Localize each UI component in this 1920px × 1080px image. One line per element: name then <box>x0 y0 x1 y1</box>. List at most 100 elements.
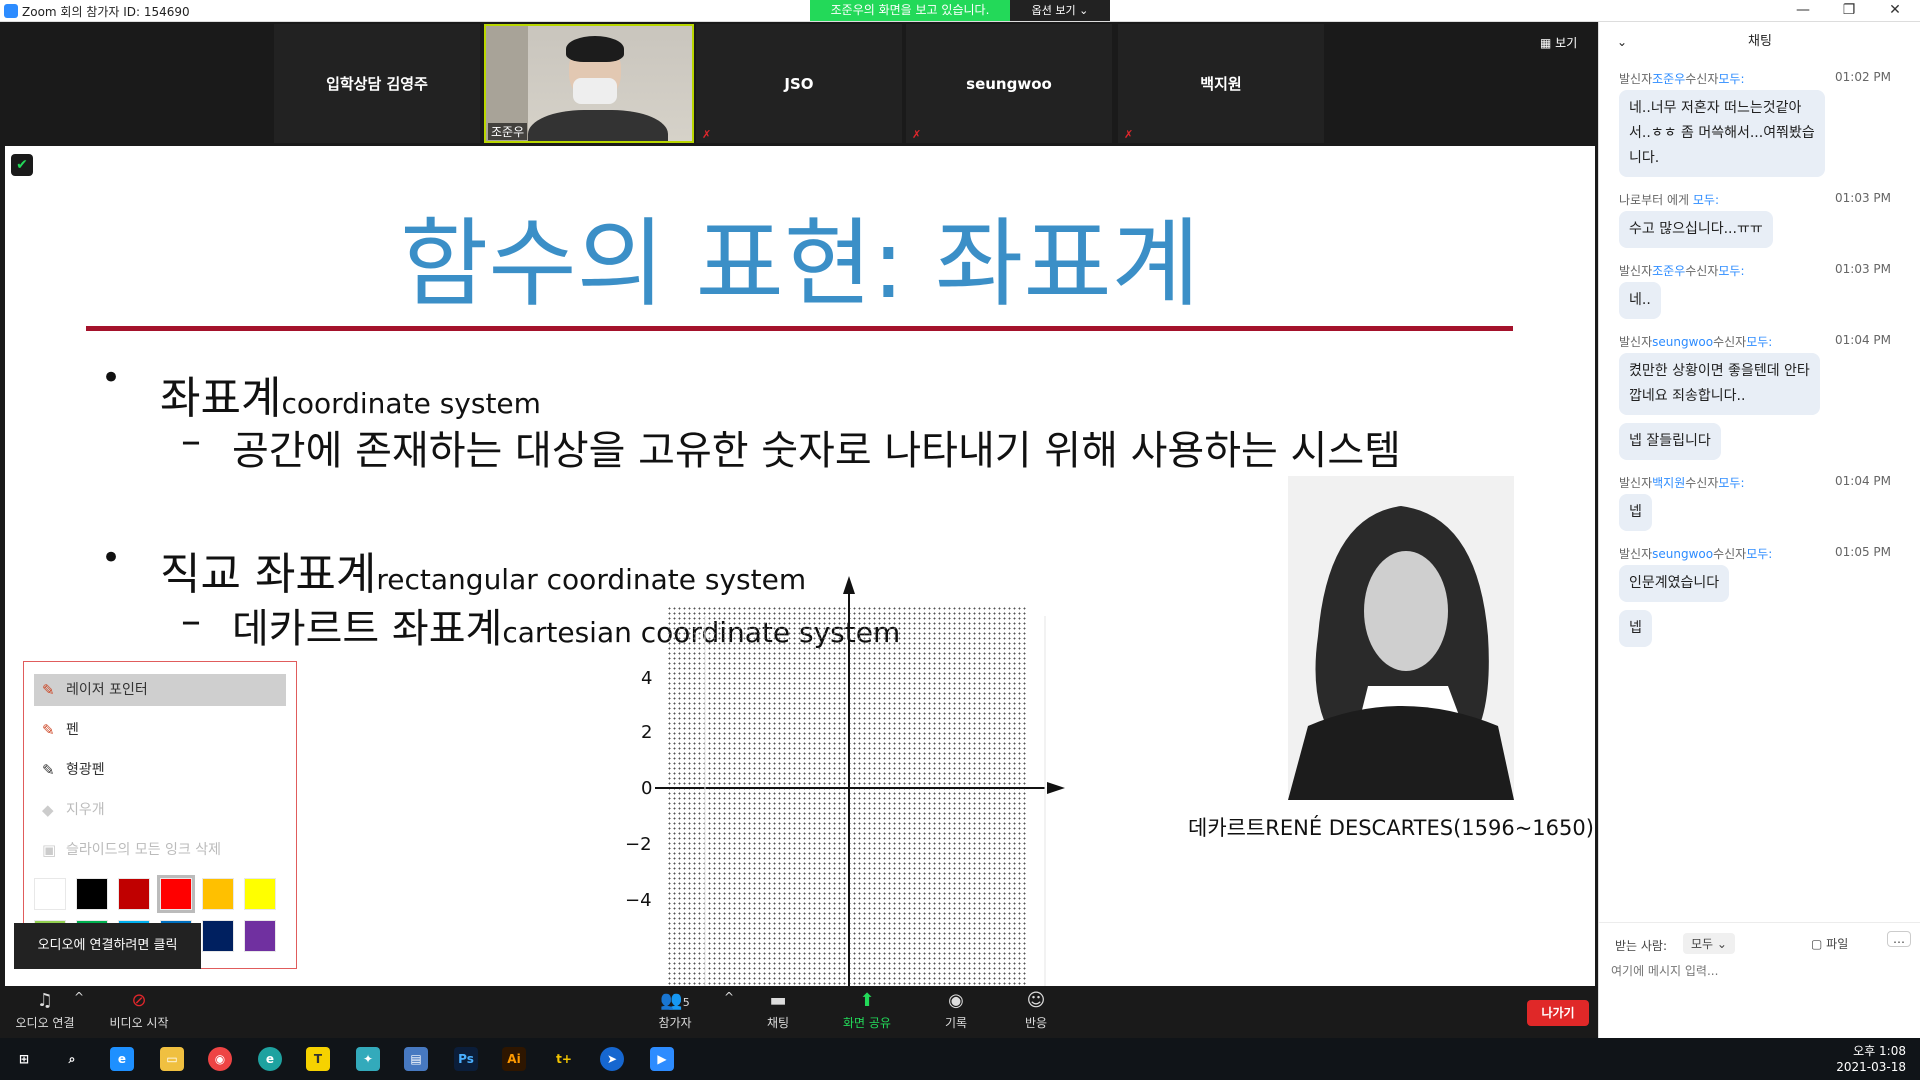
participant-tile[interactable]: JSO ✗ <box>696 24 902 143</box>
chat-timestamp: 01:05 PM <box>1835 545 1891 559</box>
view-options-button[interactable]: 옵션 보기 ⌄ <box>1010 0 1110 21</box>
chat-bubble[interactable]: 네..너무 저혼자 떠느는것같아 서..ㅎㅎ 좀 머쓱해서...여쭤봤습 니다. <box>1619 90 1825 177</box>
chat-footer: 받는 사람: 모두 ⌄ ▢ 파일 … <box>1599 922 1920 1038</box>
participants-caret[interactable]: ^ <box>722 990 736 1004</box>
chat-timestamp: 01:02 PM <box>1835 70 1891 84</box>
menu-item-clear-ink[interactable]: ▣ 슬라이드의 모든 잉크 삭제 <box>34 834 286 866</box>
menu-item-highlighter[interactable]: ✎ 형광펜 <box>34 754 286 786</box>
chat-bubble[interactable]: 네.. <box>1619 282 1661 319</box>
app-icon[interactable]: ▤ <box>404 1047 428 1071</box>
chat-message-meta: 나로부터 에게 모두: 01:03 PM <box>1619 191 1909 208</box>
active-speaker-video[interactable]: 조준우 <box>484 24 694 143</box>
participant-name: 조준우 <box>488 123 528 140</box>
eraser-icon: ◆ <box>42 801 54 819</box>
chat-message-meta: 발신자조준우수신자모두: 01:02 PM <box>1619 70 1909 87</box>
chrome-icon[interactable]: ◉ <box>208 1047 232 1071</box>
chat-meta-prefix: 발신자 <box>1619 72 1653 86</box>
kakaotalk-icon[interactable]: T <box>306 1047 330 1071</box>
chat-button[interactable]: ▬ 채팅 <box>758 990 798 1031</box>
share-banner: 조준우의 화면을 보고 있습니다. <box>810 0 1010 21</box>
chat-meta-prefix: 발신자 <box>1619 476 1653 490</box>
color-swatch[interactable] <box>34 878 66 910</box>
bullet-icon: • <box>101 538 122 578</box>
join-audio-button[interactable]: ♫ 오디오 연결 <box>10 990 80 1031</box>
color-swatch[interactable] <box>118 878 150 910</box>
system-clock: 오후 1:08 2021-03-18 <box>1836 1043 1906 1075</box>
participant-tile[interactable]: 백지원 ✗ <box>1118 24 1324 143</box>
chat-message-meta: 발신자백지원수신자모두: 01:04 PM <box>1619 474 1909 491</box>
menu-item-pen[interactable]: ✎ 펜 <box>34 714 286 746</box>
reactions-button[interactable]: ☺ 반응 <box>1016 990 1056 1031</box>
start-video-button[interactable]: ⊘ 비디오 시작 <box>104 990 174 1031</box>
y-axis-arrow-icon <box>843 576 855 594</box>
share-screen-button[interactable]: ⬆ 화면 공유 <box>832 990 902 1031</box>
chat-bubble[interactable]: 수고 많으십니다...ㅠㅠ <box>1619 211 1773 248</box>
color-swatch[interactable] <box>244 920 276 952</box>
record-button[interactable]: ◉ 기록 <box>936 990 976 1031</box>
reaction-icon: ☺ <box>1026 990 1046 1011</box>
participant-tile[interactable]: seungwoo ✗ <box>906 24 1112 143</box>
chat-bubble[interactable]: 넵 <box>1619 610 1652 647</box>
file-button[interactable]: ▢ 파일 <box>1811 935 1848 952</box>
app-icon[interactable]: ✦ <box>356 1047 380 1071</box>
chat-timestamp: 01:04 PM <box>1835 333 1891 347</box>
chat-bubble[interactable]: 인문계였습니다 <box>1619 565 1730 602</box>
chat-meta-prefix: 발신자 <box>1619 335 1653 349</box>
view-button[interactable]: ▦ 보기 <box>1540 34 1577 51</box>
chat-bubble[interactable]: 넵 잘들립니다 <box>1619 423 1721 460</box>
descartes-portrait <box>1288 476 1514 800</box>
participant-tile[interactable]: 입학상담 김영주 <box>274 24 480 143</box>
participant-name: 입학상담 김영주 <box>326 75 428 93</box>
leave-button[interactable]: 나가기 <box>1527 1000 1589 1026</box>
chat-sender: 조준우 <box>1652 72 1686 86</box>
app-icon[interactable]: ➤ <box>600 1047 624 1071</box>
app-icon[interactable]: t+ <box>552 1047 576 1071</box>
search-icon[interactable]: ⌕ <box>60 1047 84 1071</box>
laser-icon: ✎ <box>42 681 55 699</box>
color-swatch[interactable] <box>202 920 234 952</box>
record-icon: ◉ <box>948 990 964 1011</box>
color-swatch[interactable] <box>202 878 234 910</box>
chat-sender: seungwoo <box>1652 335 1714 349</box>
participant-name: seungwoo <box>966 74 1052 93</box>
chat-bubble[interactable]: 켰만한 상황이면 좋을텐데 안타 깝네요 죄송합니다.. <box>1619 353 1820 415</box>
file-explorer-icon[interactable]: ▭ <box>160 1047 184 1071</box>
minimize-button[interactable]: — <box>1780 0 1826 22</box>
mic-muted-icon: ✗ <box>702 128 712 141</box>
windows-start-icon[interactable]: ⊞ <box>12 1047 36 1071</box>
ie-icon[interactable]: e <box>110 1047 134 1071</box>
headphone-icon: ♫ <box>36 990 54 1011</box>
chat-meta-prefix: 발신자 <box>1619 264 1653 278</box>
more-options-button[interactable]: … <box>1887 931 1911 947</box>
mic-muted-icon: ✗ <box>1124 128 1134 141</box>
chat-input[interactable] <box>1611 959 1907 983</box>
chat-bubble[interactable]: 넵 <box>1619 494 1652 531</box>
color-swatch[interactable] <box>157 875 195 913</box>
participant-name: JSO <box>784 74 814 93</box>
photoshop-icon[interactable]: Ps <box>454 1047 478 1071</box>
portrait-engraving <box>1288 476 1514 800</box>
edge-icon[interactable]: e <box>258 1047 282 1071</box>
security-shield-icon[interactable]: ✔ <box>11 154 33 176</box>
audio-options-caret[interactable]: ^ <box>72 990 86 1004</box>
zoom-app-icon <box>4 4 18 18</box>
participants-button[interactable]: 👥5 참가자 <box>650 990 700 1031</box>
color-swatch[interactable] <box>244 878 276 910</box>
menu-item-eraser[interactable]: ◆ 지우개 <box>34 794 286 826</box>
chat-panel: ⌄ 채팅 발신자조준우수신자모두: 01:02 PM 네..너무 저혼자 떠느는것같… <box>1598 22 1920 1038</box>
portrait-caption: 데카르트RENÉ DESCARTES(1596~1650) <box>1188 816 1594 840</box>
y-tick-label: 0 <box>641 778 652 799</box>
zoom-taskbar-icon[interactable]: ▶ <box>650 1047 674 1071</box>
color-swatch[interactable] <box>76 878 108 910</box>
chat-title: 채팅 <box>1748 34 1772 49</box>
slide-bullet-1: 좌표계coordinate system <box>160 373 541 424</box>
close-button[interactable]: ✕ <box>1872 0 1918 22</box>
menu-item-laser-pointer[interactable]: ✎ 레이저 포인터 <box>34 674 286 706</box>
pen-icon: ✎ <box>42 721 55 739</box>
maximize-button[interactable]: ❐ <box>1826 0 1872 22</box>
recipient-select[interactable]: 모두 ⌄ <box>1683 933 1735 954</box>
clock-date: 2021-03-18 <box>1836 1060 1906 1074</box>
chevron-down-icon[interactable]: ⌄ <box>1617 22 1627 62</box>
illustrator-icon[interactable]: Ai <box>502 1047 526 1071</box>
chat-sender: 조준우 <box>1652 264 1686 278</box>
